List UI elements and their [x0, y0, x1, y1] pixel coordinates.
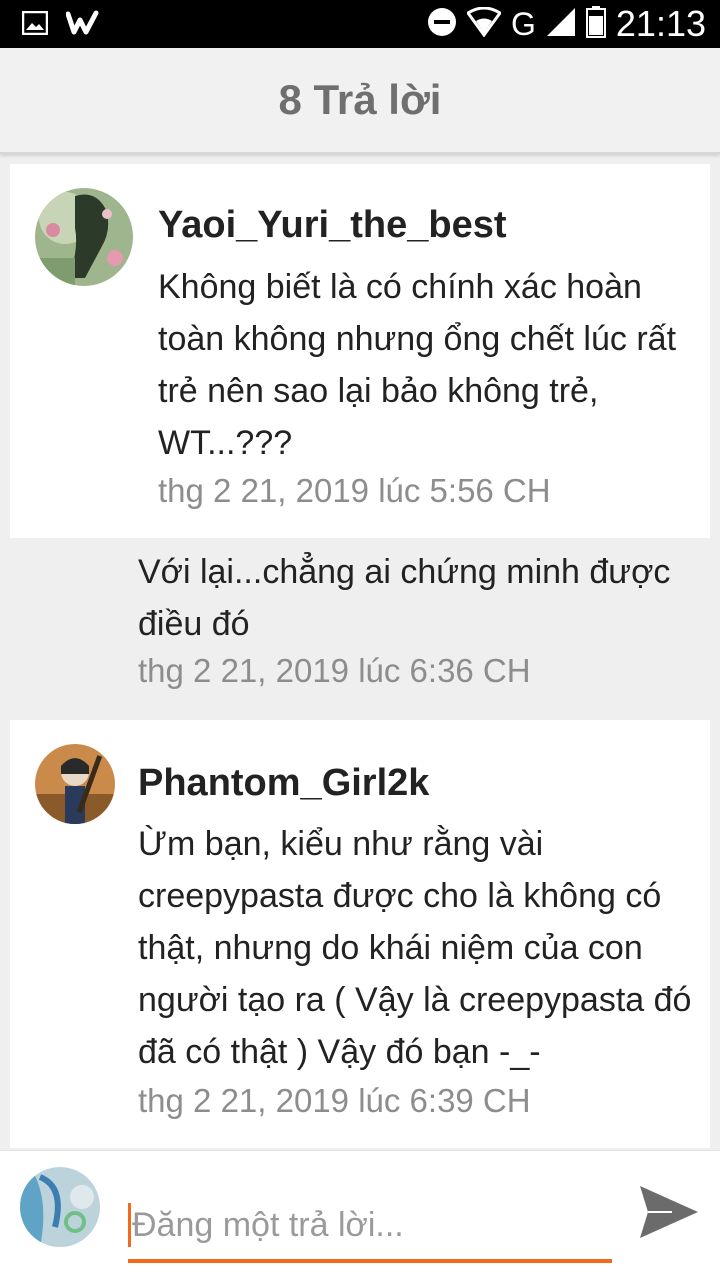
reply-input[interactable]: [128, 1191, 612, 1263]
battery-icon: [585, 5, 606, 43]
avatar[interactable]: [35, 744, 115, 824]
reply-composer: [0, 1150, 720, 1281]
avatar[interactable]: [35, 188, 133, 286]
comment-timestamp: thg 2 21, 2019 lúc 6:39 CH: [138, 1082, 531, 1119]
wattpad-icon: [65, 10, 100, 41]
send-button[interactable]: [638, 1184, 700, 1240]
clock: 21:13: [615, 3, 706, 44]
comment-username[interactable]: Yaoi_Yuri_the_best: [158, 204, 507, 247]
header: 8 Trả lời: [0, 48, 720, 154]
current-user-avatar: [20, 1167, 100, 1247]
comment-username[interactable]: Phantom_Girl2k: [138, 762, 429, 805]
comment-card: Phantom_Girl2k Ừm bạn, kiểu như rằng vài…: [10, 720, 710, 1148]
comment-timestamp: thg 2 21, 2019 lúc 6:36 CH: [138, 652, 531, 689]
send-icon: [640, 1186, 698, 1238]
comment-card: Yaoi_Yuri_the_best Không biết là có chín…: [10, 164, 710, 538]
signal-icon: [546, 7, 576, 42]
page-title: 8 Trả lời: [278, 76, 442, 123]
text-caret: [128, 1203, 131, 1247]
status-bar: G 21:13: [0, 0, 720, 48]
comment-text: Ừm bạn, kiểu như rằng vài creepypasta đư…: [138, 825, 692, 1071]
comment-text: Với lại...chẳng ai chứng minh được điều …: [138, 553, 671, 643]
comment-timestamp: thg 2 21, 2019 lúc 5:56 CH: [158, 472, 551, 509]
do-not-disturb-icon: [427, 7, 457, 42]
wifi-icon: [465, 6, 503, 42]
comment-text: Không biết là có chính xác hoàn toàn khô…: [158, 268, 677, 462]
network-type: G: [511, 6, 536, 42]
gallery-icon: [21, 10, 49, 40]
